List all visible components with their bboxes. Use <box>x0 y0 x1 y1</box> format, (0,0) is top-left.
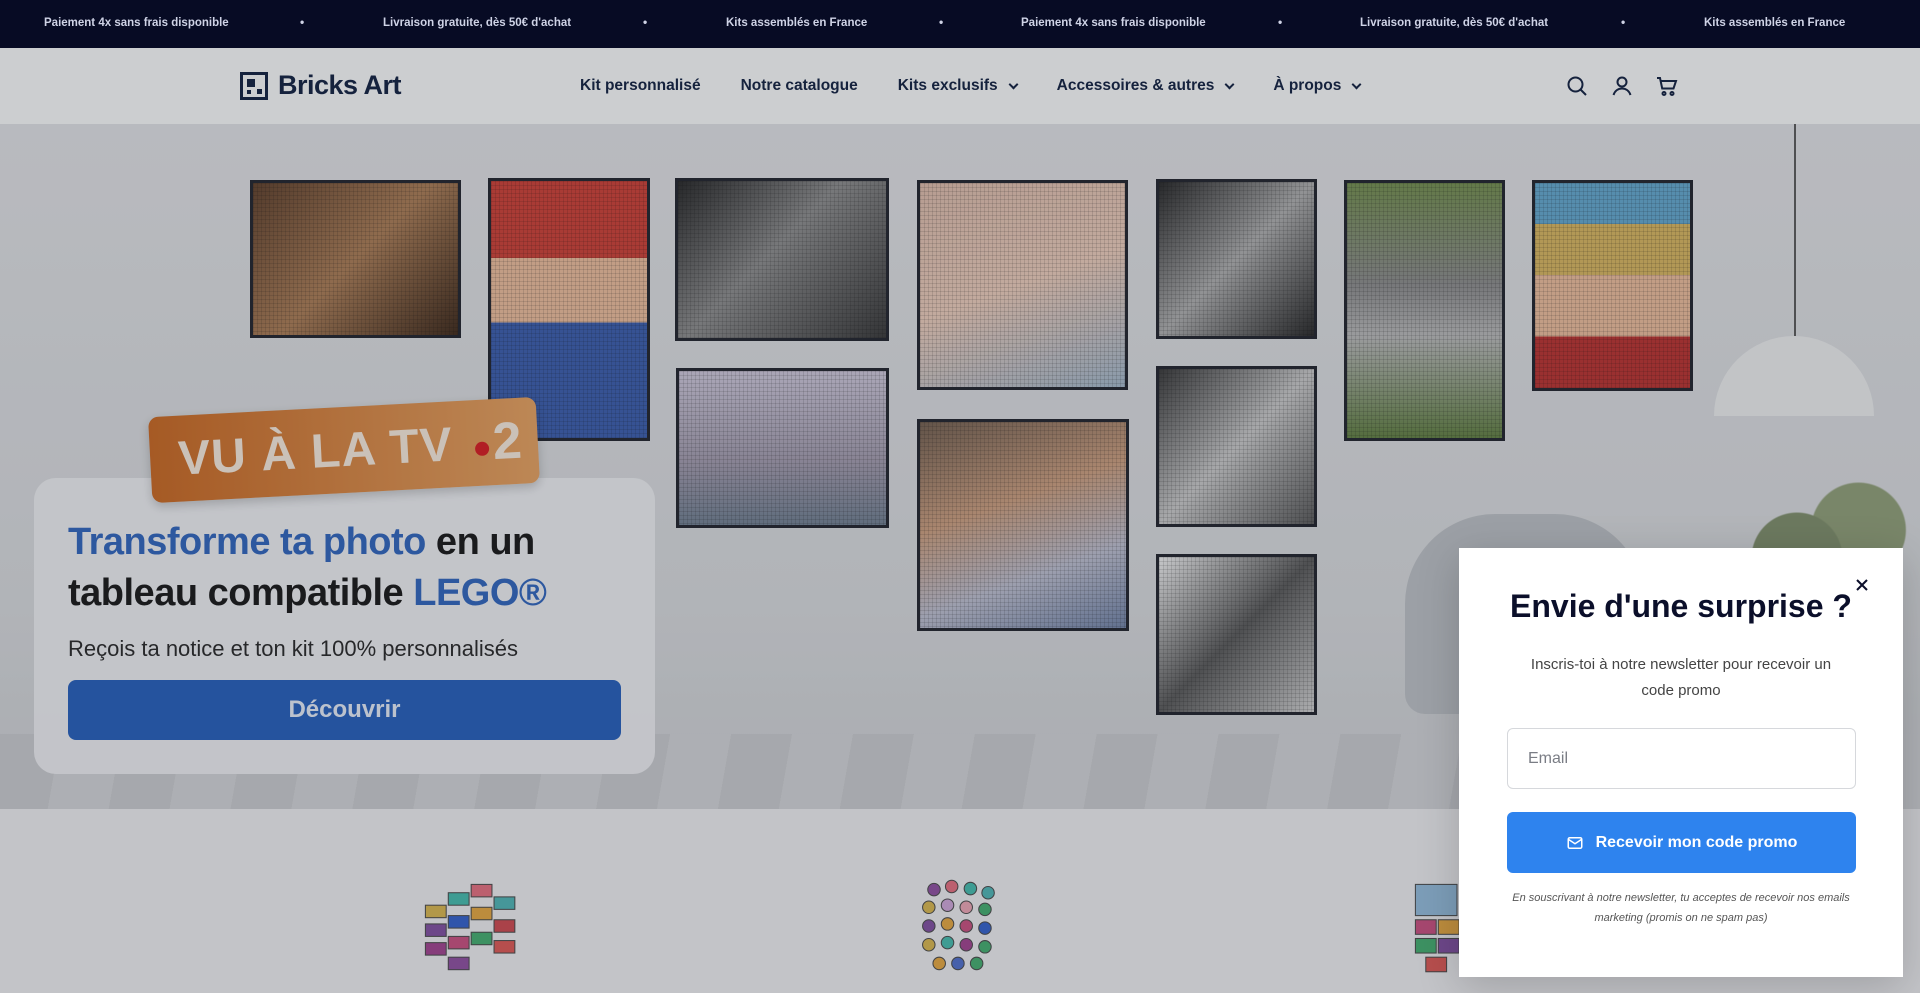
tv-channel-dot-icon <box>474 441 490 457</box>
nav-label: Notre catalogue <box>740 77 858 94</box>
legal-notice: En souscrivant à notre newsletter, tu ac… <box>1512 892 1850 924</box>
announcement-item: Paiement 4x sans frais disponible <box>44 17 229 29</box>
nav-kits-exclusifs[interactable]: Kits exclusifs <box>897 77 1019 95</box>
chevron-down-icon <box>1224 79 1235 89</box>
brand-name: Bricks Art <box>278 70 402 100</box>
hero-title-highlight: Transforme ta photo <box>68 521 426 563</box>
announcement-separator: • <box>643 15 648 29</box>
logo-mark-icon <box>240 71 268 100</box>
mosaic-frame-boy-bw <box>1156 179 1317 339</box>
button-label: Recevoir mon code promo <box>1595 833 1798 851</box>
search-icon[interactable] <box>1565 74 1589 98</box>
header-actions <box>1565 74 1700 98</box>
nav-kit-personnalise[interactable]: Kit personnalisé <box>580 77 701 95</box>
announcement-item: Livraison gratuite, dès 50€ d'achat <box>1360 17 1549 29</box>
main-nav: Kit personnalisé Notre catalogue Kits ex… <box>580 77 1400 95</box>
nav-label: Kit personnalisé <box>580 77 701 94</box>
nav-a-propos[interactable]: À propos <box>1273 77 1362 95</box>
account-icon[interactable] <box>1610 74 1634 98</box>
mosaic-frame-husky <box>1344 180 1505 441</box>
chevron-down-icon <box>1351 79 1362 89</box>
newsletter-popup: Envie d'une surprise ? Inscris-toi à not… <box>1459 548 1903 977</box>
announcement-separator: • <box>300 15 305 29</box>
mosaic-frame-woman-bw <box>1156 366 1317 527</box>
mosaic-frame-family-color <box>917 419 1129 631</box>
brick-plates-icon <box>922 879 995 971</box>
tv-badge-text: VU À LA TV <box>176 417 455 486</box>
lamp-shade-image <box>1714 336 1874 416</box>
mosaic-frame-baby <box>917 180 1128 390</box>
brand-logo[interactable]: Bricks Art <box>240 70 402 101</box>
nav-label: Kits exclusifs <box>897 77 998 94</box>
nav-catalogue[interactable]: Notre catalogue <box>741 77 858 95</box>
mail-icon <box>1567 836 1583 849</box>
announcement-separator: • <box>939 15 944 29</box>
mosaic-frame-arc-triomphe <box>676 368 889 528</box>
popup-description: Inscris-toi à notre newsletter pour rece… <box>1530 656 1832 699</box>
lamp-image <box>1794 124 1796 336</box>
mosaic-frame-family-bw <box>675 178 889 341</box>
announcement-bar: Paiement 4x sans frais disponible • Livr… <box>0 0 1920 48</box>
colorful-bricks-icon <box>424 883 516 971</box>
mosaic-frame-luffy <box>1532 180 1693 391</box>
nav-label: Accessoires & autres <box>1056 77 1215 94</box>
announcement-item: Kits assemblés en France <box>726 17 868 29</box>
popup-title: Envie d'une surprise ? <box>1510 588 1852 624</box>
announcement-separator: • <box>1278 15 1283 29</box>
nav-label: À propos <box>1273 77 1342 94</box>
get-promo-code-button[interactable]: Recevoir mon code promo <box>1507 812 1856 873</box>
mosaic-frame-girl <box>250 180 461 338</box>
announcement-item: Kits assemblés en France <box>1704 17 1846 29</box>
hero-title-brand: LEGO® <box>413 572 547 614</box>
cart-icon[interactable] <box>1655 74 1679 98</box>
hero-subtitle: Reçois ta notice et ton kit 100% personn… <box>68 636 519 661</box>
mosaic-frame-wedding-bw <box>1156 554 1317 715</box>
chevron-down-icon <box>1008 79 1019 89</box>
hero-title: Transforme ta photo en un tableau compat… <box>68 517 628 619</box>
site-header: Bricks Art Kit personnalisé Notre catalo… <box>0 48 1920 124</box>
email-field[interactable] <box>1507 728 1856 789</box>
announcement-item: Paiement 4x sans frais disponible <box>1021 17 1206 29</box>
tv-channel-number: 2 <box>491 411 524 472</box>
discover-button[interactable]: Découvrir <box>68 680 621 740</box>
announcement-item: Livraison gratuite, dès 50€ d'achat <box>383 17 572 29</box>
nav-accessoires[interactable]: Accessoires & autres <box>1056 77 1235 95</box>
announcement-separator: • <box>1621 15 1626 29</box>
